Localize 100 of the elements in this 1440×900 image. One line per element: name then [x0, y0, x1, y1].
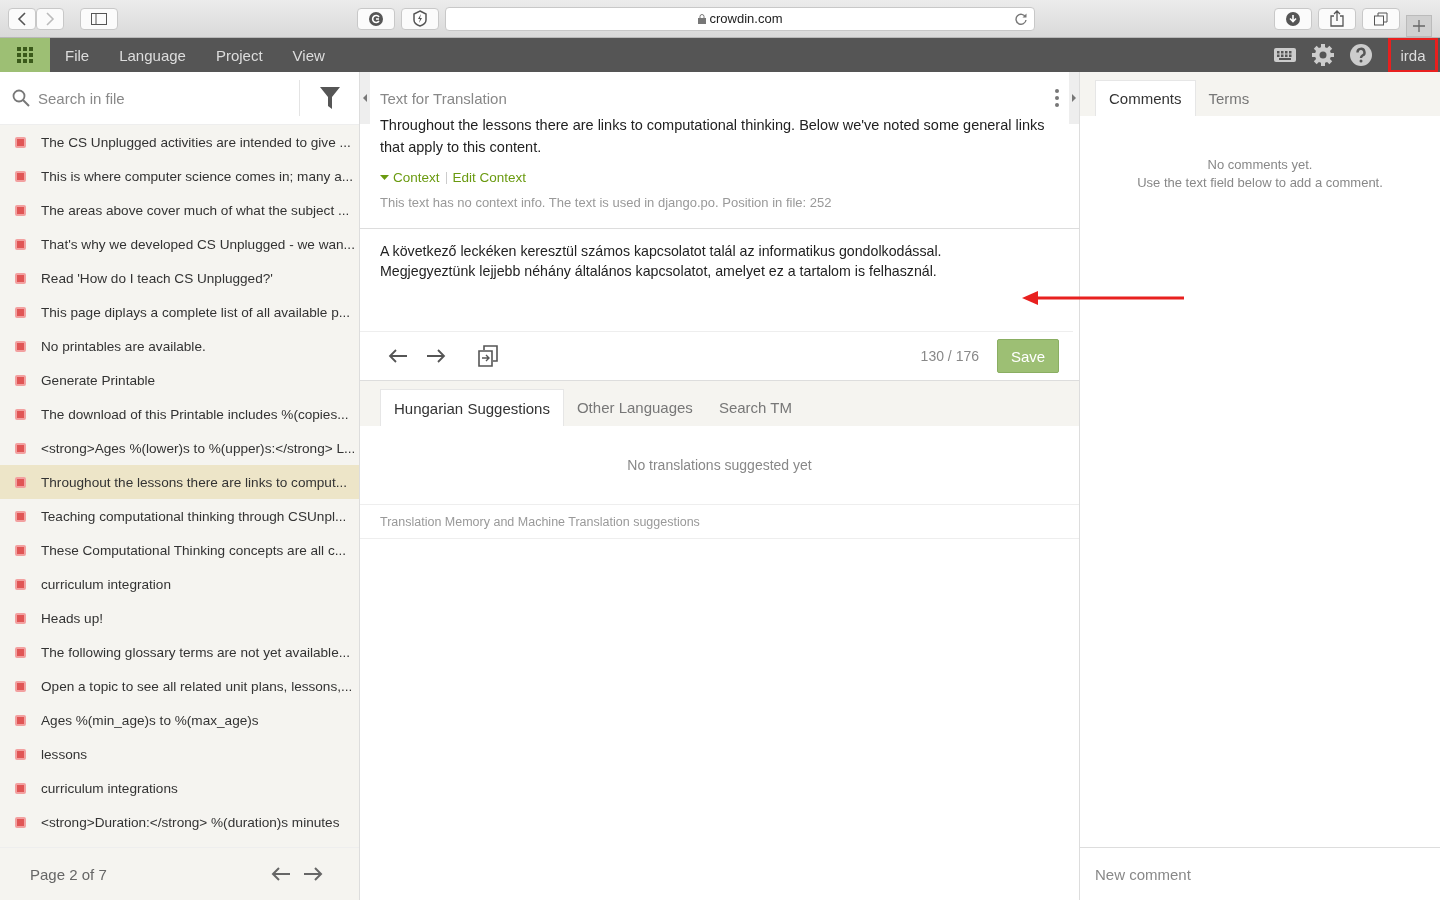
help-icon [1350, 44, 1372, 66]
string-list-item[interactable]: Teaching computational thinking through CSUnpl... [0, 499, 359, 533]
arrow-right-icon [426, 348, 446, 364]
caret-down-icon [380, 175, 389, 180]
menu-item[interactable]: Language [104, 38, 201, 72]
string-text: No printables are available. [41, 338, 206, 354]
string-list-item[interactable]: curriculum integration [0, 567, 359, 601]
string-list-item[interactable]: Heads up! [0, 601, 359, 635]
string-text: curriculum integration [41, 576, 171, 592]
string-list-item[interactable]: The CS Unplugged activities are intended to give ... [0, 125, 359, 159]
suggestions-tab[interactable]: Search TM [705, 389, 805, 426]
string-text: Teaching computational thinking through CSUnpl... [41, 508, 347, 524]
string-text: Generate Printable [41, 372, 156, 388]
empty-message: No comments yet. [1207, 156, 1313, 174]
string-list-item[interactable]: curriculum integrations [0, 771, 359, 805]
string-text: curriculum integrations [41, 780, 178, 796]
string-list-item[interactable]: This is where computer science comes in; many a... [0, 159, 359, 193]
panel-title: Text for Translation [380, 89, 508, 107]
string-list-item[interactable]: The following glossary terms are not yet available... [0, 635, 359, 669]
arrow-right-icon [303, 866, 323, 882]
string-text: That's why we developed CS Unplugged - we wan... [41, 236, 355, 252]
apps-button[interactable] [0, 38, 50, 72]
collapse-right-handle[interactable] [1069, 72, 1079, 124]
sidebar-tab[interactable]: Comments [1095, 80, 1196, 116]
search-icon [12, 89, 30, 107]
character-counter: 130 / 176 [920, 348, 979, 364]
string-list-item[interactable]: These Computational Thinking concepts are all c... [0, 533, 359, 567]
sidebar-icon [91, 12, 107, 25]
page-label: Page 2 of 7 [30, 865, 108, 883]
menu-item[interactable]: Project [200, 38, 278, 72]
string-text: Read 'How do I teach CS Unplugged?' [41, 270, 273, 286]
arrow-left-icon [388, 348, 408, 364]
string-list-item[interactable]: lessons [0, 737, 359, 771]
triangle-right-icon [1072, 94, 1076, 102]
download-icon [1285, 10, 1301, 27]
share-icon [1330, 10, 1344, 27]
keyboard-icon [1274, 48, 1296, 62]
string-list-item[interactable]: The download of this Printable includes %(copies... [0, 397, 359, 431]
string-text: Ages %(min_age)s to %(max_age)s [41, 712, 259, 728]
string-list-item[interactable]: Open a topic to see all related unit plans, lessons,... [0, 669, 359, 703]
string-list-item[interactable]: Throughout the lessons there are links to comput... [0, 465, 359, 499]
chevron-left-icon [17, 11, 27, 26]
string-text: lessons [41, 746, 88, 762]
source-text: Throughout the lessons there are links to computational thinking. Below we've noted some general links that apply to this content. [379, 116, 1046, 157]
next-string-button[interactable] [424, 348, 448, 364]
section-label: Translation Memory and Machine Translation suggestions [380, 514, 700, 529]
string-text: The following glossary terms are not yet available... [41, 644, 351, 660]
triangle-left-icon [363, 94, 367, 102]
filter-button[interactable] [320, 87, 340, 109]
grid-icon [17, 47, 33, 63]
filter-icon [320, 87, 340, 109]
string-text: This is where computer science comes in; many a... [41, 168, 354, 184]
suggestions-tab[interactable]: Other Languages [563, 389, 706, 426]
string-text: These Computational Thinking concepts are all c... [41, 542, 347, 558]
lock-icon [697, 13, 706, 24]
url-text: crowdin.com [709, 11, 783, 26]
copy-icon [478, 345, 498, 367]
string-list-item[interactable]: Generate Printable [0, 363, 359, 397]
suggestions-tab[interactable]: Hungarian Suggestions [380, 389, 564, 426]
previous-string-button[interactable] [386, 348, 410, 364]
extension-button[interactable] [401, 7, 439, 30]
string-text: The download of this Printable includes %(copies... [41, 406, 349, 422]
string-list-item[interactable]: The areas above cover much of what the subject ... [0, 193, 359, 227]
string-text: <strong>Duration:</strong> %(duration)s minutes [41, 814, 340, 830]
back-button[interactable] [8, 7, 36, 30]
shield-bolt-icon [412, 10, 428, 27]
chevron-right-icon [45, 11, 55, 26]
collapse-left-handle[interactable] [360, 72, 370, 124]
string-list-item[interactable]: This page diplays a complete list of all available p... [0, 295, 359, 329]
string-list-item[interactable]: Ages %(min_age)s to %(max_age)s [0, 703, 359, 737]
tabs-icon [1374, 11, 1388, 26]
address-bar[interactable]: crowdin.com [445, 6, 1035, 31]
string-text: The CS Unplugged activities are intended to give ... [41, 134, 351, 150]
sidebar-toggle-button[interactable] [80, 7, 118, 30]
share-button[interactable] [1318, 7, 1356, 30]
edit-context-link[interactable]: Edit Context [452, 170, 527, 185]
g-circle-icon [368, 10, 384, 27]
more-vertical-icon [1055, 89, 1059, 107]
copy-source-button[interactable] [476, 345, 500, 367]
string-list-item[interactable]: Read 'How do I teach CS Unplugged?' [0, 261, 359, 295]
string-text: This page diplays a complete list of all available p... [41, 304, 351, 320]
string-text: <strong>Ages %(lower)s to %(upper)s:</strong> L... [41, 440, 356, 456]
extension-button[interactable] [357, 7, 395, 30]
string-text: Throughout the lessons there are links to comput... [41, 474, 348, 490]
settings-icon [1312, 44, 1334, 66]
download-button[interactable] [1274, 7, 1312, 30]
tabs-button[interactable] [1362, 7, 1400, 30]
reload-icon [1014, 11, 1028, 26]
empty-message: No translations suggested yet [627, 457, 812, 473]
string-list-item[interactable]: <strong>Ages %(lower)s to %(upper)s:</strong> L... [0, 431, 359, 465]
string-text: Open a topic to see all related unit plans, lessons,... [41, 678, 353, 694]
more-button[interactable] [1055, 89, 1059, 107]
string-list-item[interactable]: That's why we developed CS Unplugged - we wan... [0, 227, 359, 261]
string-list-item[interactable]: No printables are available. [0, 329, 359, 363]
menu-item[interactable]: File [50, 38, 105, 72]
string-list-item[interactable]: <strong>Duration:</strong> %(duration)s minutes [0, 805, 359, 839]
menu-item[interactable]: View [277, 38, 340, 72]
sidebar-tab[interactable]: Terms [1195, 80, 1263, 116]
string-text: The areas above cover much of what the subject ... [41, 202, 350, 218]
new-tab-button[interactable] [1406, 15, 1432, 37]
